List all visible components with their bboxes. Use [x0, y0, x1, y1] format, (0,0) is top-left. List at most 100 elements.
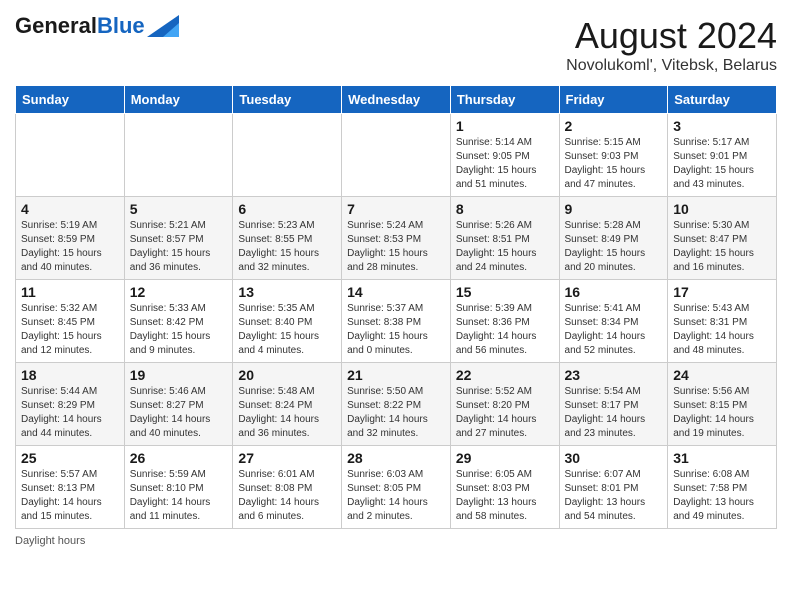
cell-day-number: 25 — [21, 450, 119, 466]
cell-day-number: 7 — [347, 201, 445, 217]
calendar-cell: 17Sunrise: 5:43 AM Sunset: 8:31 PM Dayli… — [668, 280, 777, 363]
cell-info-text: Sunrise: 5:57 AM Sunset: 8:13 PM Dayligh… — [21, 468, 119, 524]
page-header: GeneralBlue August 2024 Novolukoml', Vit… — [15, 15, 777, 75]
cell-day-number: 14 — [347, 284, 445, 300]
calendar-cell: 27 Sunrise: 6:01 AM Sunset: 8:08 PM Dayli… — [233, 446, 342, 529]
cell-info-text: Sunrise: 5:14 AM Sunset: 9:05 PM Dayligh… — [456, 136, 554, 192]
calendar-cell: 1 Sunrise: 5:14 AM Sunset: 9:05 PM Daylig… — [450, 114, 559, 197]
cell-info-text: Sunrise: 5:35 AM Sunset: 8:40 PM Dayligh… — [238, 302, 336, 358]
calendar-cell: 21 Sunrise: 5:50 AM Sunset: 8:22 PM Dayli… — [342, 363, 451, 446]
calendar-cell: 5 Sunrise: 5:21 AM Sunset: 8:57 PM Daylig… — [124, 197, 233, 280]
cell-day-number: 24 — [673, 367, 771, 383]
cell-info-text: Sunrise: 5:37 AM Sunset: 8:38 PM Dayligh… — [347, 302, 445, 358]
calendar-cell: 6Sunrise: 5:23 AM Sunset: 8:55 PM Daylig… — [233, 197, 342, 280]
cell-info-text: Sunrise: 5:54 AM Sunset: 8:17 PM Dayligh… — [565, 385, 663, 441]
calendar-cell: 14 Sunrise: 5:37 AM Sunset: 8:38 PM Dayli… — [342, 280, 451, 363]
cell-info-text: Sunrise: 6:07 AM Sunset: 8:01 PM Dayligh… — [565, 468, 663, 524]
cell-day-number: 12 — [130, 284, 228, 300]
cell-day-number: 11 — [21, 284, 119, 300]
logo-general: General — [15, 13, 97, 38]
cell-day-number: 26 — [130, 450, 228, 466]
title-block: August 2024 Novolukoml', Vitebsk, Belaru… — [566, 15, 777, 75]
day-header-wednesday: Wednesday — [342, 86, 451, 114]
calendar-cell: 24Sunrise: 5:56 AM Sunset: 8:15 PM Dayli… — [668, 363, 777, 446]
cell-info-text: Sunrise: 5:23 AM Sunset: 8:55 PM Dayligh… — [238, 219, 336, 275]
calendar-cell: 20Sunrise: 5:48 AM Sunset: 8:24 PM Dayli… — [233, 363, 342, 446]
cell-info-text: Sunrise: 6:05 AM Sunset: 8:03 PM Dayligh… — [456, 468, 554, 524]
cell-day-number: 31 — [673, 450, 771, 466]
cell-info-text: Sunrise: 5:59 AM Sunset: 8:10 PM Dayligh… — [130, 468, 228, 524]
cell-day-number: 22 — [456, 367, 554, 383]
cell-day-number: 19 — [130, 367, 228, 383]
logo-icon — [147, 15, 179, 37]
calendar-cell: 15 Sunrise: 5:39 AM Sunset: 8:36 PM Dayli… — [450, 280, 559, 363]
calendar-cell: 2 Sunrise: 5:15 AM Sunset: 9:03 PM Daylig… — [559, 114, 668, 197]
cell-day-number: 17 — [673, 284, 771, 300]
calendar-cell: 22 Sunrise: 5:52 AM Sunset: 8:20 PM Dayli… — [450, 363, 559, 446]
cell-info-text: Sunrise: 5:30 AM Sunset: 8:47 PM Dayligh… — [673, 219, 771, 275]
cell-info-text: Sunrise: 5:17 AM Sunset: 9:01 PM Dayligh… — [673, 136, 771, 192]
cell-day-number: 5 — [130, 201, 228, 217]
month-title: August 2024 — [566, 15, 777, 57]
calendar-cell: 9Sunrise: 5:28 AM Sunset: 8:49 PM Daylig… — [559, 197, 668, 280]
cell-info-text: Sunrise: 5:21 AM Sunset: 8:57 PM Dayligh… — [130, 219, 228, 275]
cell-day-number: 30 — [565, 450, 663, 466]
cell-info-text: Sunrise: 5:41 AM Sunset: 8:34 PM Dayligh… — [565, 302, 663, 358]
calendar-cell: 28Sunrise: 6:03 AM Sunset: 8:05 PM Dayli… — [342, 446, 451, 529]
cell-day-number: 1 — [456, 118, 554, 134]
calendar-week-row: 4 Sunrise: 5:19 AM Sunset: 8:59 PM Daylig… — [16, 197, 777, 280]
cell-day-number: 2 — [565, 118, 663, 134]
calendar-cell: 31 Sunrise: 6:08 AM Sunset: 7:58 PM Dayli… — [668, 446, 777, 529]
day-header-thursday: Thursday — [450, 86, 559, 114]
calendar-week-row: 25 Sunrise: 5:57 AM Sunset: 8:13 PM Dayli… — [16, 446, 777, 529]
day-header-saturday: Saturday — [668, 86, 777, 114]
cell-info-text: Sunrise: 5:52 AM Sunset: 8:20 PM Dayligh… — [456, 385, 554, 441]
cell-info-text: Sunrise: 5:32 AM Sunset: 8:45 PM Dayligh… — [21, 302, 119, 358]
calendar-cell: 7Sunrise: 5:24 AM Sunset: 8:53 PM Daylig… — [342, 197, 451, 280]
cell-day-number: 9 — [565, 201, 663, 217]
cell-info-text: Sunrise: 5:44 AM Sunset: 8:29 PM Dayligh… — [21, 385, 119, 441]
calendar-cell: 10 Sunrise: 5:30 AM Sunset: 8:47 PM Dayli… — [668, 197, 777, 280]
cell-day-number: 4 — [21, 201, 119, 217]
day-header-sunday: Sunday — [16, 86, 125, 114]
calendar-cell: 4 Sunrise: 5:19 AM Sunset: 8:59 PM Daylig… — [16, 197, 125, 280]
cell-day-number: 18 — [21, 367, 119, 383]
cell-day-number: 27 — [238, 450, 336, 466]
cell-day-number: 16 — [565, 284, 663, 300]
calendar-cell: 25 Sunrise: 5:57 AM Sunset: 8:13 PM Dayli… — [16, 446, 125, 529]
cell-info-text: Sunrise: 5:15 AM Sunset: 9:03 PM Dayligh… — [565, 136, 663, 192]
calendar-cell: 30 Sunrise: 6:07 AM Sunset: 8:01 PM Dayli… — [559, 446, 668, 529]
cell-day-number: 21 — [347, 367, 445, 383]
cell-day-number: 20 — [238, 367, 336, 383]
day-header-monday: Monday — [124, 86, 233, 114]
day-header-friday: Friday — [559, 86, 668, 114]
calendar-week-row: 1 Sunrise: 5:14 AM Sunset: 9:05 PM Daylig… — [16, 114, 777, 197]
cell-day-number: 13 — [238, 284, 336, 300]
calendar-cell — [233, 114, 342, 197]
cell-day-number: 23 — [565, 367, 663, 383]
cell-info-text: Sunrise: 5:50 AM Sunset: 8:22 PM Dayligh… — [347, 385, 445, 441]
logo: GeneralBlue — [15, 15, 179, 37]
calendar-cell: 13 Sunrise: 5:35 AM Sunset: 8:40 PM Dayli… — [233, 280, 342, 363]
cell-info-text: Sunrise: 5:33 AM Sunset: 8:42 PM Dayligh… — [130, 302, 228, 358]
cell-day-number: 29 — [456, 450, 554, 466]
calendar-cell: 12 Sunrise: 5:33 AM Sunset: 8:42 PM Dayli… — [124, 280, 233, 363]
cell-info-text: Sunrise: 6:08 AM Sunset: 7:58 PM Dayligh… — [673, 468, 771, 524]
day-header-tuesday: Tuesday — [233, 86, 342, 114]
cell-info-text: Sunrise: 5:26 AM Sunset: 8:51 PM Dayligh… — [456, 219, 554, 275]
footer-note: Daylight hours — [15, 535, 777, 547]
calendar-cell: 11 Sunrise: 5:32 AM Sunset: 8:45 PM Dayli… — [16, 280, 125, 363]
cell-info-text: Sunrise: 5:39 AM Sunset: 8:36 PM Dayligh… — [456, 302, 554, 358]
calendar-cell: 18 Sunrise: 5:44 AM Sunset: 8:29 PM Dayli… — [16, 363, 125, 446]
location-title: Novolukoml', Vitebsk, Belarus — [566, 57, 777, 75]
cell-info-text: Sunrise: 5:46 AM Sunset: 8:27 PM Dayligh… — [130, 385, 228, 441]
cell-info-text: Sunrise: 6:03 AM Sunset: 8:05 PM Dayligh… — [347, 468, 445, 524]
calendar-cell — [342, 114, 451, 197]
cell-day-number: 15 — [456, 284, 554, 300]
calendar-cell: 16 Sunrise: 5:41 AM Sunset: 8:34 PM Dayli… — [559, 280, 668, 363]
cell-day-number: 10 — [673, 201, 771, 217]
calendar-cell: 19 Sunrise: 5:46 AM Sunset: 8:27 PM Dayli… — [124, 363, 233, 446]
cell-info-text: Sunrise: 5:19 AM Sunset: 8:59 PM Dayligh… — [21, 219, 119, 275]
cell-info-text: Sunrise: 6:01 AM Sunset: 8:08 PM Dayligh… — [238, 468, 336, 524]
calendar-cell — [16, 114, 125, 197]
